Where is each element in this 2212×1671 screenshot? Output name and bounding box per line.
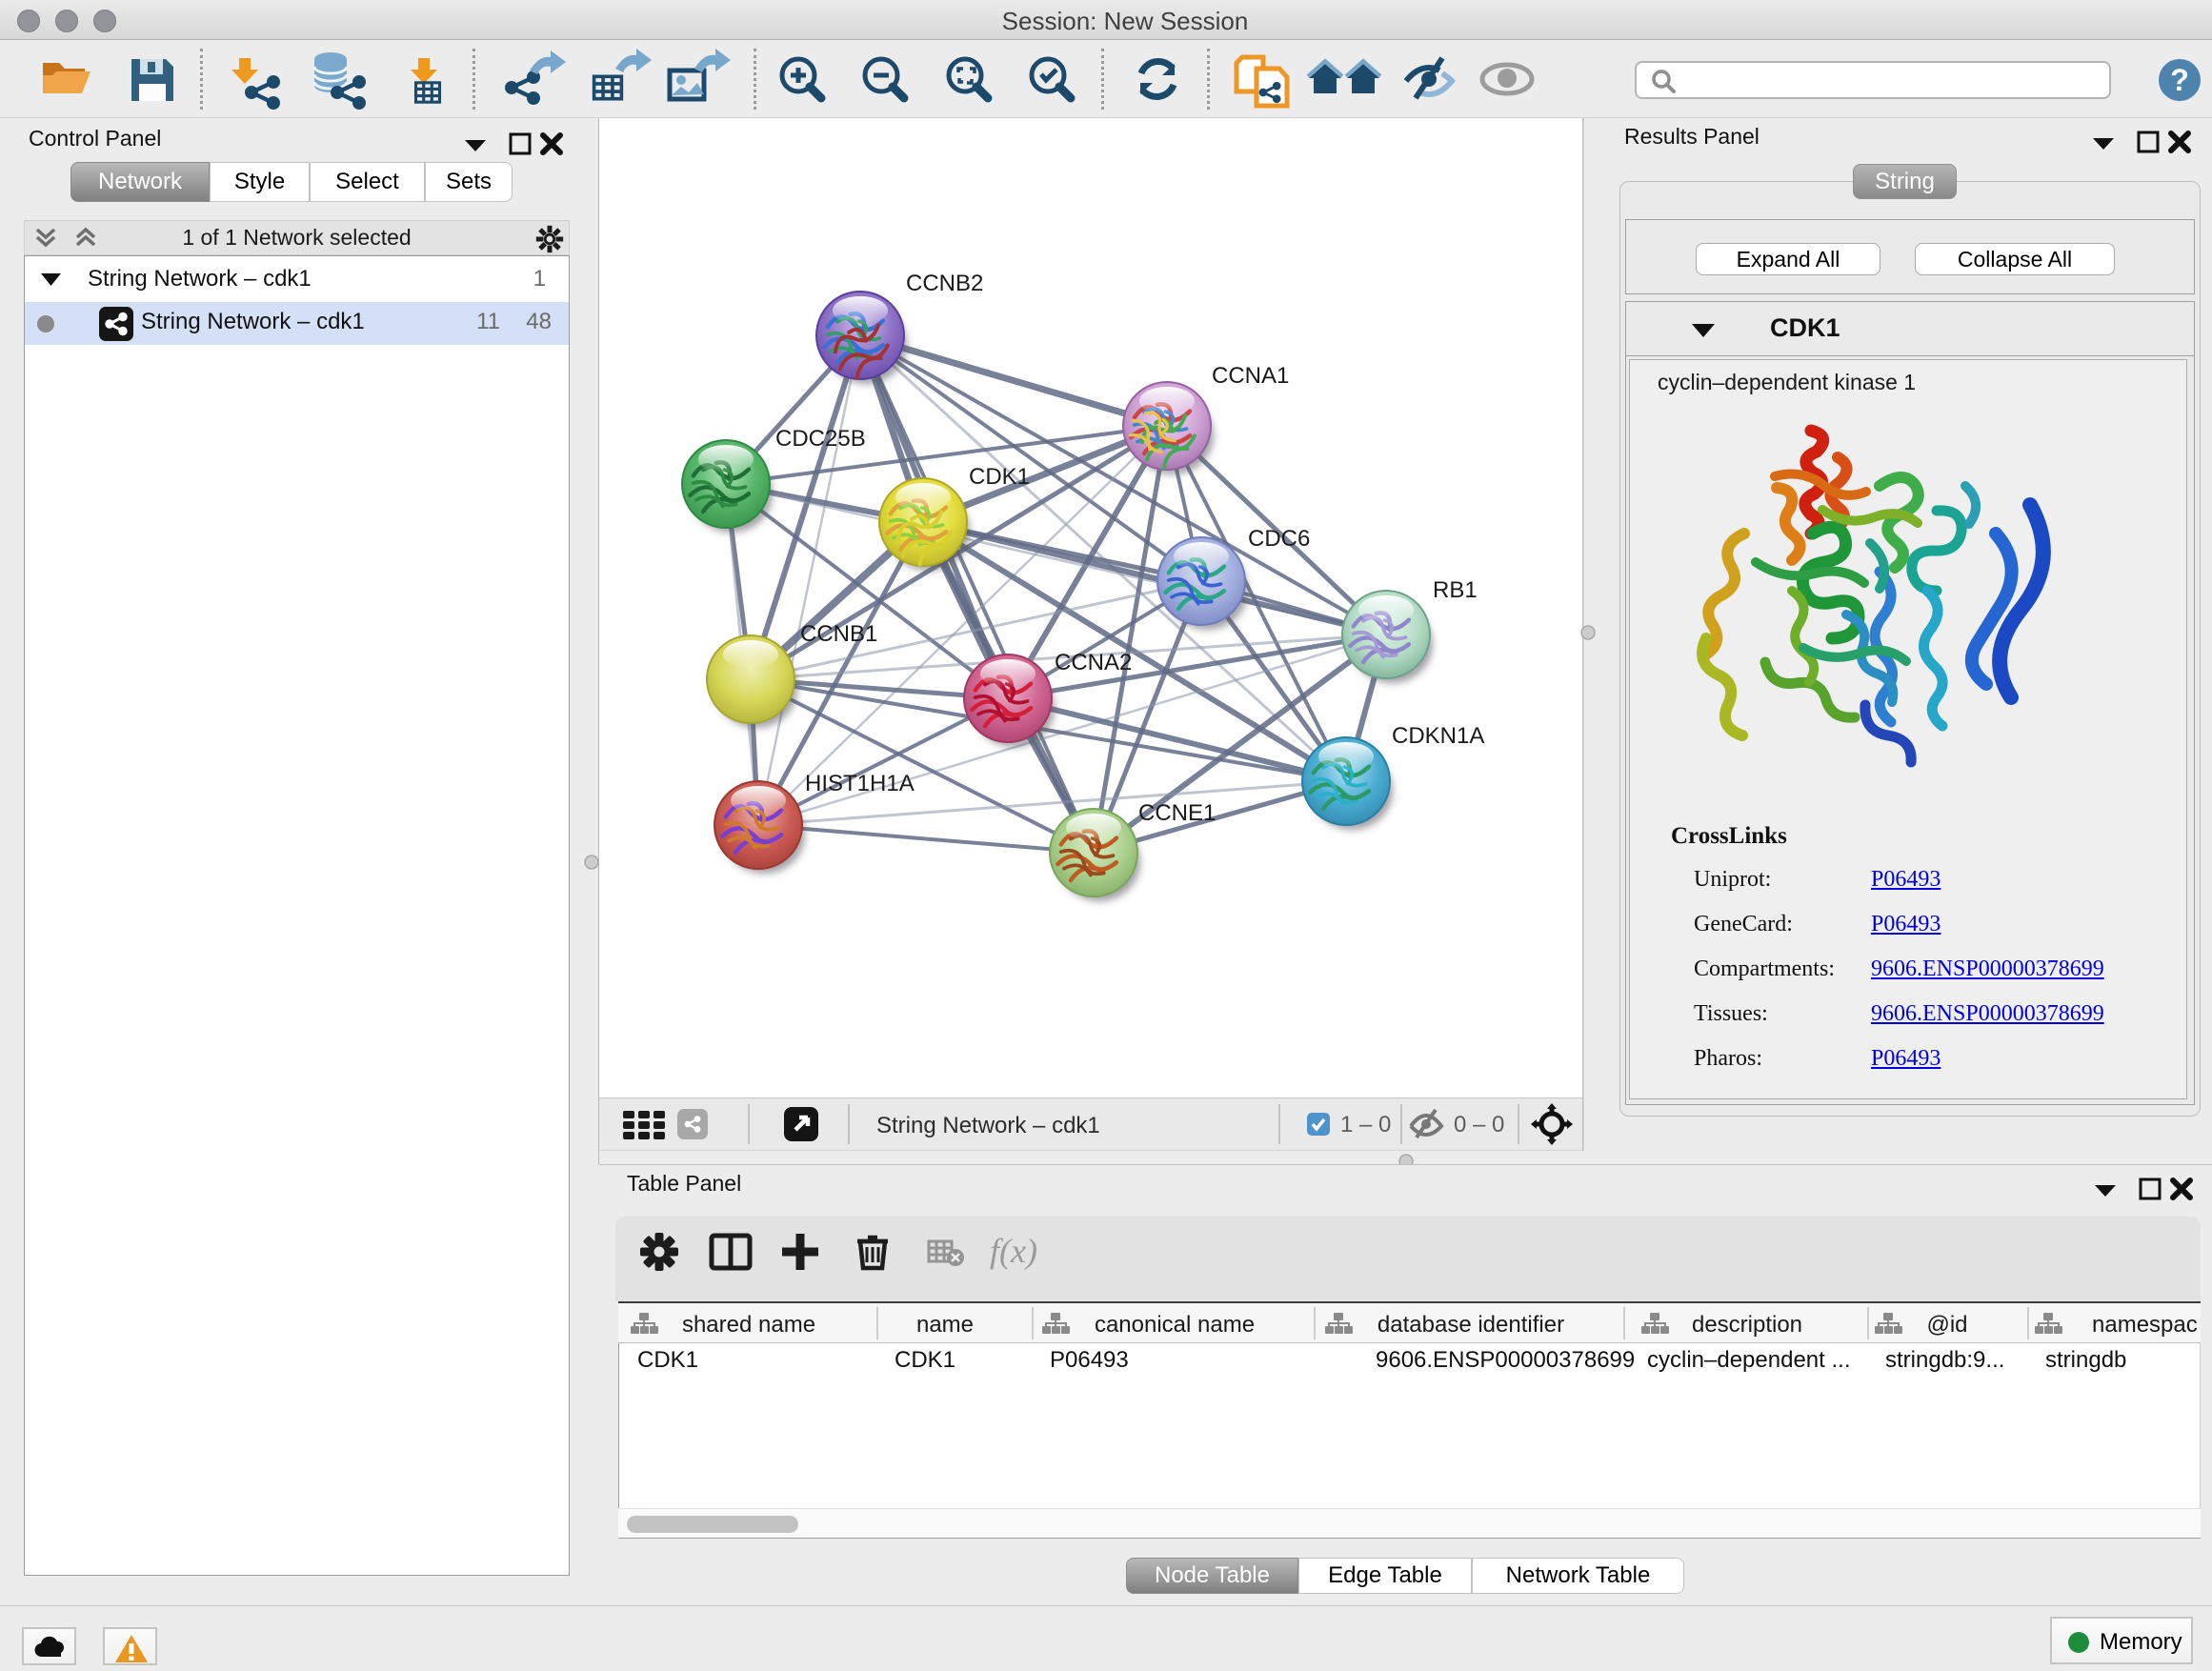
svg-text:CDC6: CDC6 bbox=[1248, 526, 1310, 552]
svg-text:0 – 0: 0 – 0 bbox=[1454, 1112, 1504, 1137]
svg-text:?: ? bbox=[2170, 63, 2189, 97]
svg-text:CCNA2: CCNA2 bbox=[1055, 650, 1132, 675]
svg-text:CDC25B: CDC25B bbox=[775, 426, 866, 452]
svg-text:CCNE1: CCNE1 bbox=[1138, 800, 1216, 826]
svg-text:database identifier: database identifier bbox=[1377, 1312, 1564, 1338]
svg-text:shared name: shared name bbox=[682, 1312, 815, 1338]
svg-text:description: description bbox=[1692, 1312, 1802, 1338]
svg-text:canonical name: canonical name bbox=[1095, 1312, 1255, 1338]
svg-text:CCNB1: CCNB1 bbox=[800, 621, 877, 647]
svg-text:String Network – cdk1: String Network – cdk1 bbox=[876, 1113, 1100, 1138]
svg-text:@id: @id bbox=[1926, 1312, 1967, 1338]
svg-text:f(x): f(x) bbox=[990, 1232, 1037, 1270]
svg-text:name: name bbox=[916, 1312, 974, 1338]
svg-text:1 – 0: 1 – 0 bbox=[1340, 1112, 1391, 1137]
svg-text:RB1: RB1 bbox=[1433, 577, 1478, 603]
svg-text:namespac: namespac bbox=[2092, 1312, 2198, 1338]
svg-text:CCNB2: CCNB2 bbox=[906, 271, 983, 296]
svg-text:CDK1: CDK1 bbox=[969, 464, 1030, 490]
svg-text:HIST1H1A: HIST1H1A bbox=[805, 771, 915, 796]
svg-text:CCNA1: CCNA1 bbox=[1212, 363, 1289, 389]
svg-text:CDKN1A: CDKN1A bbox=[1392, 723, 1484, 749]
